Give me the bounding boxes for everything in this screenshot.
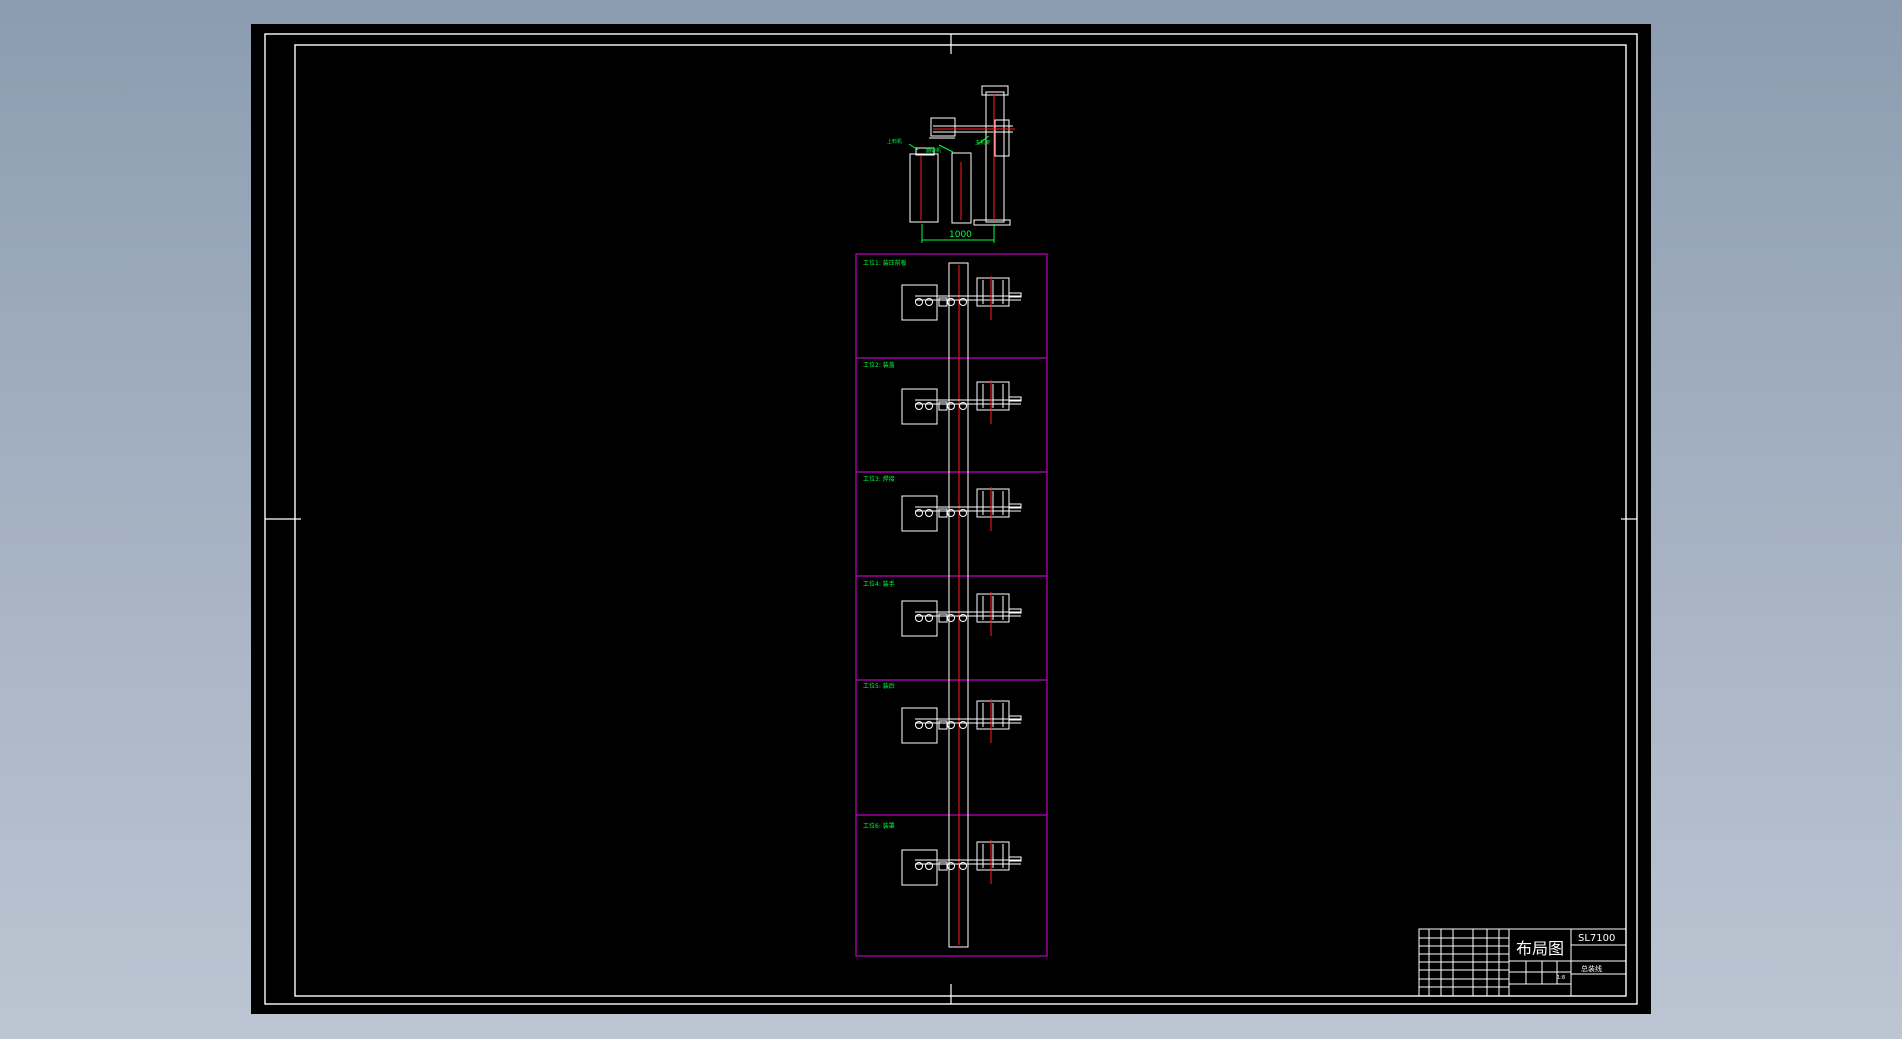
station-3-equipment — [901, 487, 1022, 532]
dimension-1000: 1000 — [949, 230, 972, 240]
drawing-scale: 1:8 — [1557, 975, 1565, 981]
station-2-label: 工位2: 装盖 — [863, 361, 895, 369]
station-frame — [855, 253, 1048, 957]
outer-border — [264, 33, 1638, 1005]
station-2-equipment — [901, 380, 1022, 425]
station-3-label: 工位3: 焊接 — [863, 475, 895, 483]
station-6-equipment — [901, 840, 1022, 886]
drawing-title: 布局图 — [1516, 939, 1564, 958]
top-view-label-2: 翻转机 — [926, 147, 941, 154]
station-5-label: 工位5: 装后 — [863, 682, 895, 690]
station-6-label: 工位6: 装罩 — [863, 822, 895, 830]
cad-drawing: 1000 上料机 翻转机 主机架 工位1: 装压前板 工位2: 装盖 工位3: … — [264, 33, 1638, 1005]
conveyor — [948, 262, 969, 948]
station-1-equipment — [901, 276, 1022, 321]
station-4-label: 工位4: 装手 — [863, 580, 895, 588]
drawing-number: SL7100 — [1578, 933, 1615, 944]
station-4-equipment — [901, 592, 1022, 637]
station-1-label: 工位1: 装压前板 — [863, 259, 907, 267]
cad-viewport[interactable]: 1000 上料机 翻转机 主机架 工位1: 装压前板 工位2: 装盖 工位3: … — [251, 24, 1651, 1014]
station-5-equipment — [901, 699, 1022, 744]
top-view-label-3: 主机架 — [975, 139, 990, 146]
top-view-label-1: 上料机 — [887, 138, 902, 145]
top-view — [908, 85, 1015, 243]
product-name: 总装线 — [1581, 964, 1602, 973]
